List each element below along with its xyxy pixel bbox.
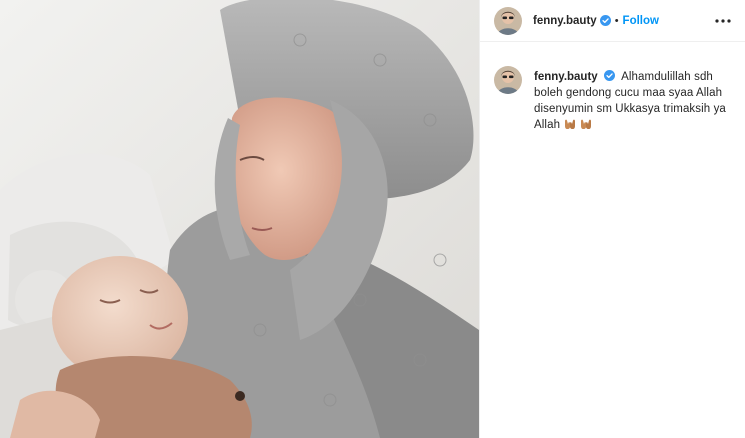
follow-button[interactable]: Follow bbox=[623, 15, 659, 27]
post-header: fenny.bauty • Follow bbox=[480, 0, 745, 42]
caption-body: fenny.bauty Alhamdulillah sdh boleh gend… bbox=[534, 69, 734, 133]
post-sidebar: fenny.bauty • Follow fenny.bauty Alhamdu… bbox=[479, 0, 745, 438]
palms-up-together-emoji bbox=[564, 118, 576, 129]
header-user-line: fenny.bauty • Follow bbox=[533, 15, 713, 27]
avatar-image bbox=[494, 66, 522, 94]
post-photo bbox=[0, 0, 479, 438]
verified-badge-icon bbox=[603, 70, 615, 81]
instagram-post: fenny.bauty • Follow fenny.bauty Alhamdu… bbox=[0, 0, 745, 438]
avatar[interactable] bbox=[494, 6, 522, 35]
avatar-image bbox=[494, 6, 522, 35]
post-media[interactable] bbox=[0, 0, 479, 438]
username-link[interactable]: fenny.bauty bbox=[533, 15, 597, 27]
palms-up-together-emoji bbox=[580, 118, 592, 129]
caption-username-link[interactable]: fenny.bauty bbox=[534, 71, 598, 83]
caption: fenny.bauty Alhamdulillah sdh boleh gend… bbox=[480, 42, 745, 133]
verified-badge-icon bbox=[599, 15, 611, 26]
separator-dot: • bbox=[614, 14, 619, 27]
caption-avatar[interactable] bbox=[494, 66, 522, 94]
more-options-icon[interactable] bbox=[713, 11, 733, 31]
